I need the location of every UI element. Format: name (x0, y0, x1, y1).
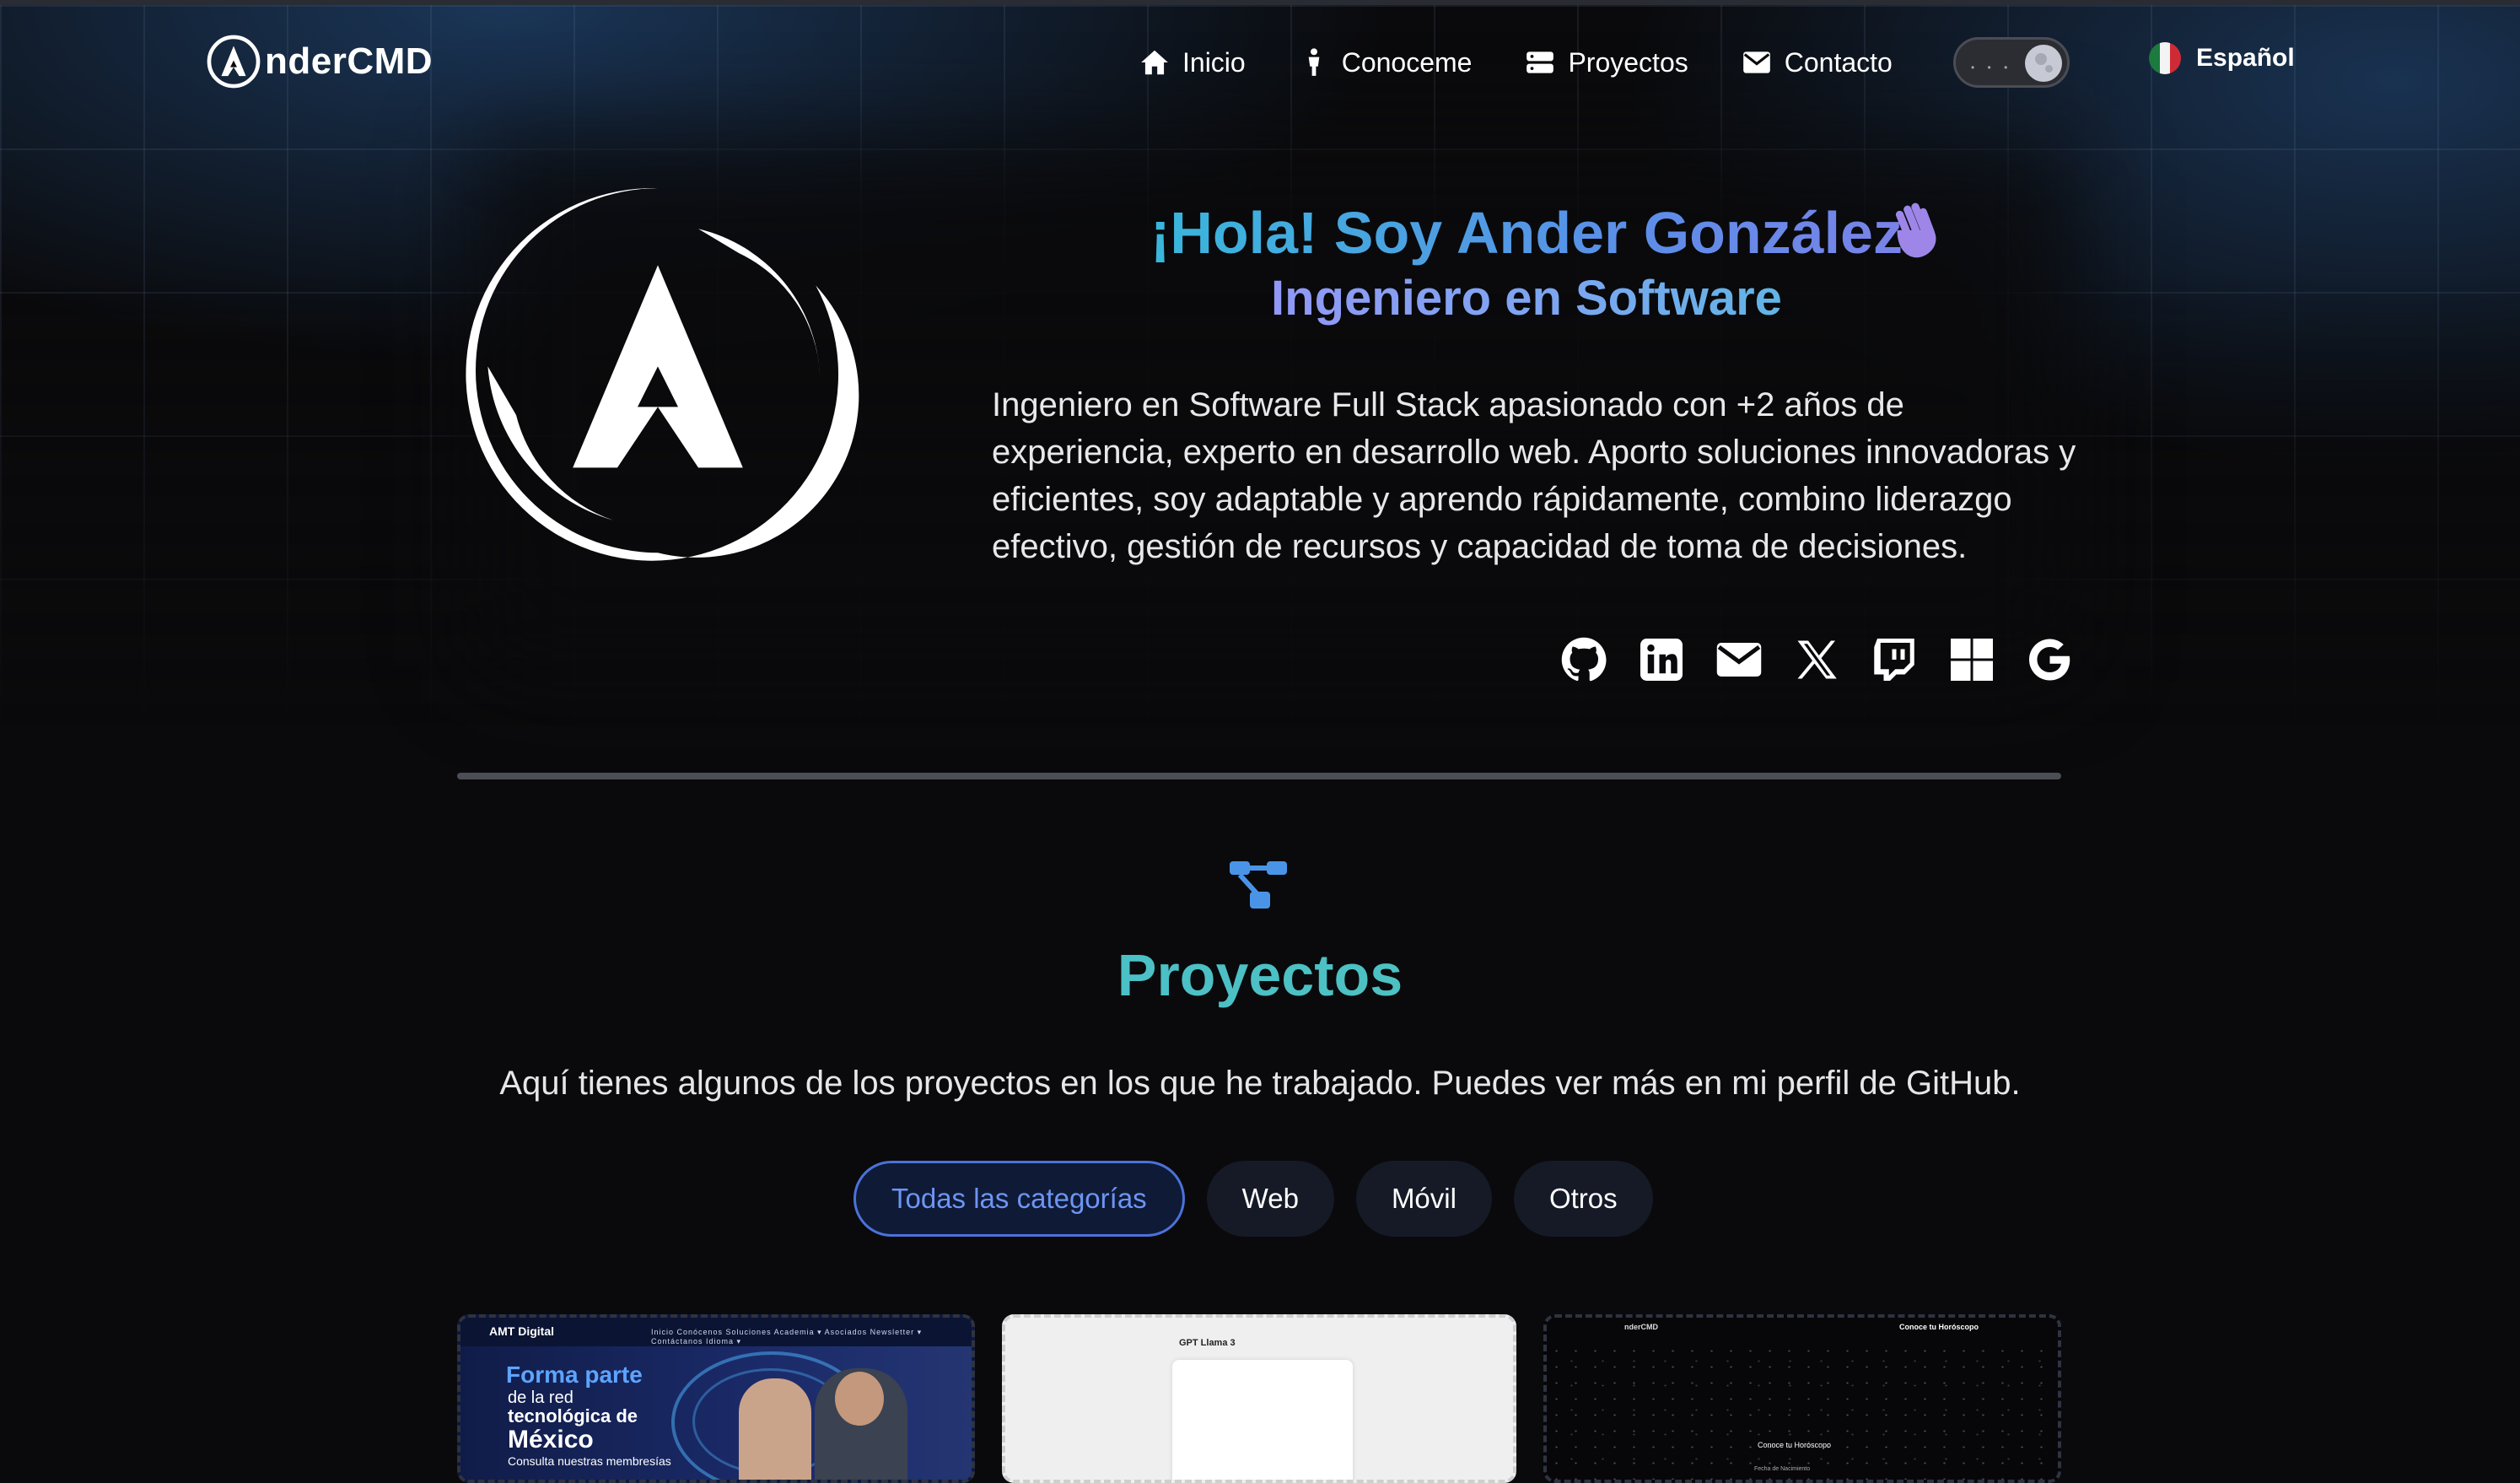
nav-item-inicio[interactable]: Inicio (1139, 46, 1246, 78)
hero-description: Ingeniero en Software Full Stack apasion… (992, 386, 2076, 565)
brand-a-icon (207, 35, 261, 89)
mexico-flag-icon (2149, 42, 2181, 74)
stars-decoration: • • • (1971, 62, 2013, 73)
brand-name: nderCMD (265, 40, 433, 82)
nav-item-label: Contacto (1784, 46, 1893, 78)
brand-logo[interactable]: nderCMD (206, 32, 433, 91)
hero-logo-icon (466, 188, 859, 561)
main-nav: Inicio Conoceme Proyectos Contacto (1139, 37, 1945, 88)
x-icon[interactable] (1791, 634, 1842, 685)
nav-item-label: Proyectos (1568, 46, 1688, 78)
project-card-horoscopo[interactable]: nderCMD Conoce tu Horóscopo Conoce tu Ho… (1543, 1314, 2061, 1483)
card-preview-label: Conoce tu Horóscopo (1758, 1441, 1832, 1449)
filter-all[interactable]: Todas las categorías (853, 1161, 1185, 1237)
card-preview-title: GPT Llama 3 (1179, 1338, 1236, 1348)
nav-item-label: Conoceme (1341, 46, 1473, 78)
email-icon[interactable] (1714, 634, 1764, 685)
card-preview-person (739, 1378, 811, 1480)
hero-subtitle: Ingeniero en Software (995, 270, 2058, 326)
card-preview-person-head (835, 1372, 884, 1426)
card-preview-starfield (1547, 1343, 2058, 1480)
nav-item-proyectos[interactable]: Proyectos (1524, 46, 1688, 78)
windows-icon[interactable] (1947, 634, 1997, 685)
card-preview-headline: Forma parte (506, 1362, 643, 1388)
server-icon (1527, 51, 1554, 73)
card-preview-text: México (508, 1426, 594, 1453)
linkedin-icon[interactable] (1636, 634, 1687, 685)
card-preview-text: tecnológica de (508, 1405, 638, 1426)
project-card-amt[interactable]: AMT Digital Inicio Conócenos Soluciones … (457, 1314, 975, 1483)
moon-icon (2025, 45, 2062, 82)
projects-description: Aquí tienes algunos de los proyectos en … (499, 1065, 2021, 1102)
section-divider (457, 773, 2061, 779)
twitch-icon[interactable] (1869, 634, 1920, 685)
card-preview-text: Consulta nuestras membresías (508, 1454, 671, 1468)
home-icon (1141, 50, 1168, 75)
language-selector[interactable]: Español (2149, 42, 2295, 74)
envelope-icon (1742, 51, 1770, 73)
waving-hand-icon (1895, 202, 1936, 258)
card-preview-brand: nderCMD (1624, 1323, 1658, 1331)
theme-toggle[interactable]: • • • (1953, 37, 2070, 88)
google-icon[interactable] (2024, 634, 2075, 685)
project-card-gpt-llama[interactable]: GPT Llama 3 (1002, 1314, 1516, 1483)
card-preview-chat-box (1172, 1360, 1353, 1480)
card-preview-title: Conoce tu Horóscopo (1899, 1323, 1979, 1331)
diagram-project-icon (1230, 861, 1287, 909)
language-label: Español (2196, 44, 2295, 72)
person-icon (1308, 48, 1320, 76)
filter-web[interactable]: Web (1206, 1161, 1334, 1237)
filter-otros[interactable]: Otros (1513, 1161, 1653, 1237)
nav-item-label: Inicio (1182, 46, 1246, 78)
nav-item-contacto[interactable]: Contacto (1741, 46, 1893, 78)
filter-movil[interactable]: Móvil (1355, 1161, 1492, 1237)
github-icon[interactable] (1559, 634, 1609, 685)
nav-item-conoceme[interactable]: Conoceme (1298, 46, 1473, 78)
card-preview-sublabel: Fecha de Nacimiento (1754, 1466, 1811, 1472)
projects-title: Proyectos (0, 941, 2520, 1009)
card-preview-links: Inicio Conócenos Soluciones Academia ▾ A… (651, 1328, 923, 1345)
project-filters: Todas las categorías Web Móvil Otros (853, 1161, 1653, 1237)
social-links (1559, 634, 2075, 685)
card-preview-brand: AMT Digital (489, 1324, 554, 1338)
